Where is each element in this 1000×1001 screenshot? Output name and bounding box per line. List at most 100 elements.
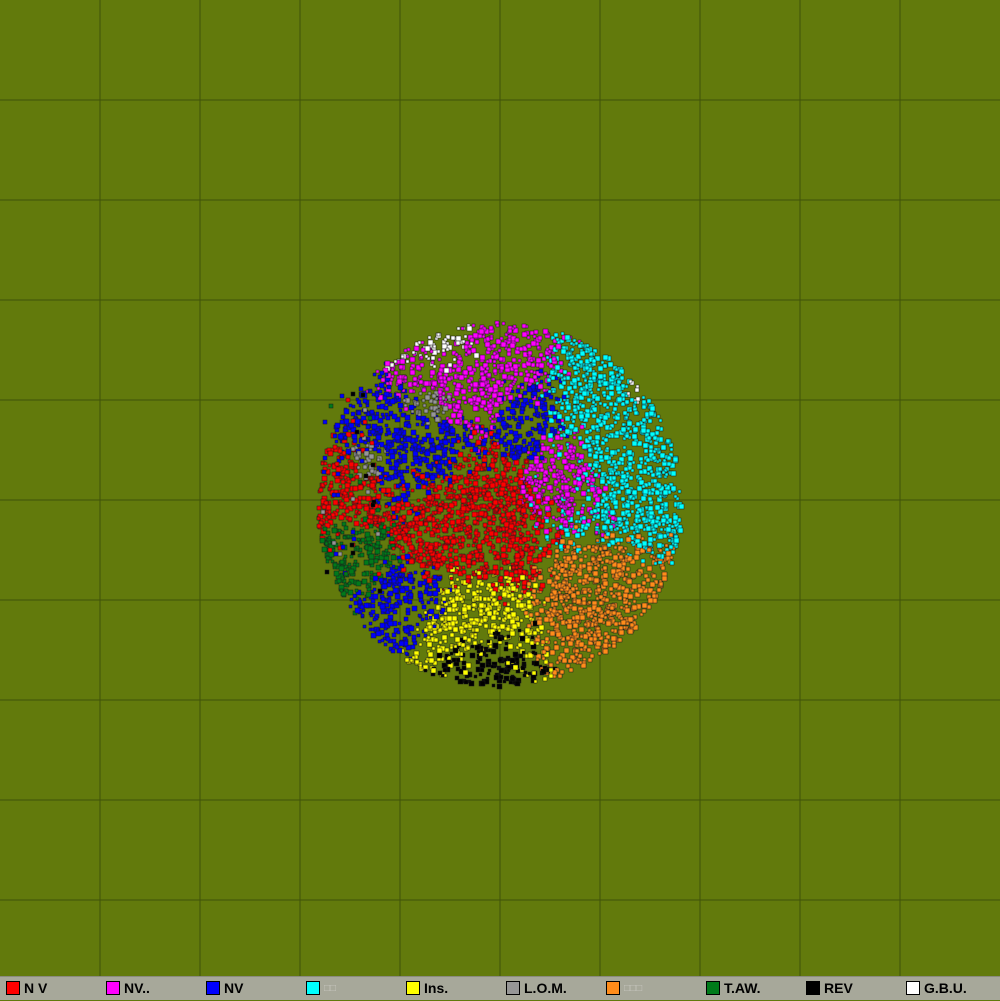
territory-tile[interactable] [634, 411, 638, 415]
territory-tile[interactable] [620, 617, 623, 620]
territory-tile[interactable] [341, 577, 344, 580]
territory-tile[interactable] [579, 642, 584, 647]
territory-tile[interactable] [473, 539, 476, 542]
territory-tile[interactable] [568, 571, 571, 574]
territory-tile[interactable] [455, 495, 459, 499]
territory-map[interactable] [0, 0, 1000, 976]
territory-tile[interactable] [556, 632, 561, 637]
territory-tile[interactable] [536, 414, 539, 417]
territory-tile[interactable] [535, 599, 539, 603]
territory-tile[interactable] [422, 581, 426, 585]
territory-tile[interactable] [555, 401, 558, 404]
territory-tile[interactable] [328, 451, 333, 456]
territory-tile[interactable] [544, 617, 549, 622]
territory-tile[interactable] [450, 652, 453, 655]
territory-tile[interactable] [533, 371, 536, 374]
territory-tile[interactable] [426, 527, 430, 531]
territory-tile[interactable] [456, 341, 460, 345]
territory-tile[interactable] [434, 600, 438, 604]
territory-tile[interactable] [505, 607, 510, 612]
territory-tile[interactable] [648, 537, 653, 542]
territory-tile[interactable] [484, 395, 487, 398]
territory-tile[interactable] [470, 449, 473, 452]
territory-tile[interactable] [514, 438, 518, 442]
territory-tile[interactable] [388, 621, 393, 626]
territory-tile[interactable] [419, 380, 423, 384]
territory-tile[interactable] [406, 355, 409, 358]
territory-tile[interactable] [428, 336, 431, 339]
territory-tile[interactable] [361, 592, 364, 595]
territory-tile[interactable] [600, 479, 605, 484]
territory-tile[interactable] [354, 560, 357, 563]
territory-tile[interactable] [622, 453, 626, 457]
territory-tile[interactable] [397, 379, 402, 384]
territory-tile[interactable] [562, 381, 566, 385]
territory-tile[interactable] [582, 520, 586, 524]
territory-tile[interactable] [554, 333, 558, 337]
territory-tile[interactable] [648, 532, 652, 536]
territory-tile[interactable] [416, 623, 419, 626]
territory-tile[interactable] [507, 467, 510, 470]
territory-tile[interactable] [527, 582, 531, 586]
territory-tile[interactable] [386, 527, 390, 531]
territory-tile[interactable] [404, 617, 408, 621]
territory-tile[interactable] [598, 652, 601, 655]
territory-tile[interactable] [625, 503, 630, 508]
territory-tile[interactable] [468, 464, 471, 467]
territory-tile[interactable] [565, 492, 570, 497]
territory-tile[interactable] [618, 622, 621, 625]
territory-tile[interactable] [352, 405, 355, 408]
territory-tile[interactable] [452, 398, 455, 401]
territory-tile[interactable] [514, 570, 518, 574]
territory-tile[interactable] [660, 453, 665, 458]
territory-tile[interactable] [631, 510, 634, 513]
territory-tile[interactable] [597, 564, 600, 567]
territory-tile[interactable] [486, 664, 489, 667]
territory-tile[interactable] [434, 638, 438, 642]
territory-tile[interactable] [490, 436, 493, 439]
territory-tile[interactable] [659, 495, 662, 498]
territory-tile[interactable] [608, 435, 611, 438]
territory-tile[interactable] [613, 583, 618, 588]
territory-tile[interactable] [454, 556, 458, 560]
territory-tile[interactable] [372, 424, 377, 429]
territory-tile[interactable] [336, 467, 341, 472]
territory-tile[interactable] [557, 452, 562, 457]
territory-tile[interactable] [642, 517, 646, 521]
territory-tile[interactable] [331, 513, 335, 517]
territory-tile[interactable] [567, 503, 571, 507]
territory-tile[interactable] [408, 522, 412, 526]
territory-tile[interactable] [380, 534, 383, 537]
territory-tile[interactable] [505, 533, 509, 537]
territory-tile[interactable] [550, 631, 555, 636]
territory-tile[interactable] [464, 614, 468, 618]
territory-tile[interactable] [509, 524, 514, 529]
territory-tile[interactable] [491, 665, 494, 668]
territory-tile[interactable] [442, 349, 445, 352]
territory-tile[interactable] [456, 336, 461, 341]
territory-tile[interactable] [513, 364, 518, 369]
territory-tile[interactable] [421, 480, 425, 484]
territory-tile[interactable] [413, 377, 417, 381]
territory-tile[interactable] [345, 483, 350, 488]
territory-tile[interactable] [473, 406, 478, 411]
territory-tile[interactable] [411, 410, 414, 413]
territory-tile[interactable] [473, 641, 477, 645]
territory-tile[interactable] [424, 634, 427, 637]
territory-tile[interactable] [451, 438, 456, 443]
territory-tile[interactable] [626, 567, 630, 571]
territory-tile[interactable] [426, 490, 431, 495]
territory-tile[interactable] [606, 447, 609, 450]
territory-tile[interactable] [409, 593, 413, 597]
territory-tile[interactable] [439, 641, 442, 644]
territory-tile[interactable] [450, 646, 453, 649]
territory-tile[interactable] [481, 425, 484, 428]
territory-tile[interactable] [630, 501, 634, 505]
territory-tile[interactable] [438, 358, 441, 361]
territory-tile[interactable] [558, 591, 561, 594]
territory-tile[interactable] [442, 527, 447, 532]
territory-tile[interactable] [374, 516, 377, 519]
territory-tile[interactable] [656, 516, 660, 520]
territory-tile[interactable] [636, 422, 640, 426]
territory-tile[interactable] [416, 435, 419, 438]
